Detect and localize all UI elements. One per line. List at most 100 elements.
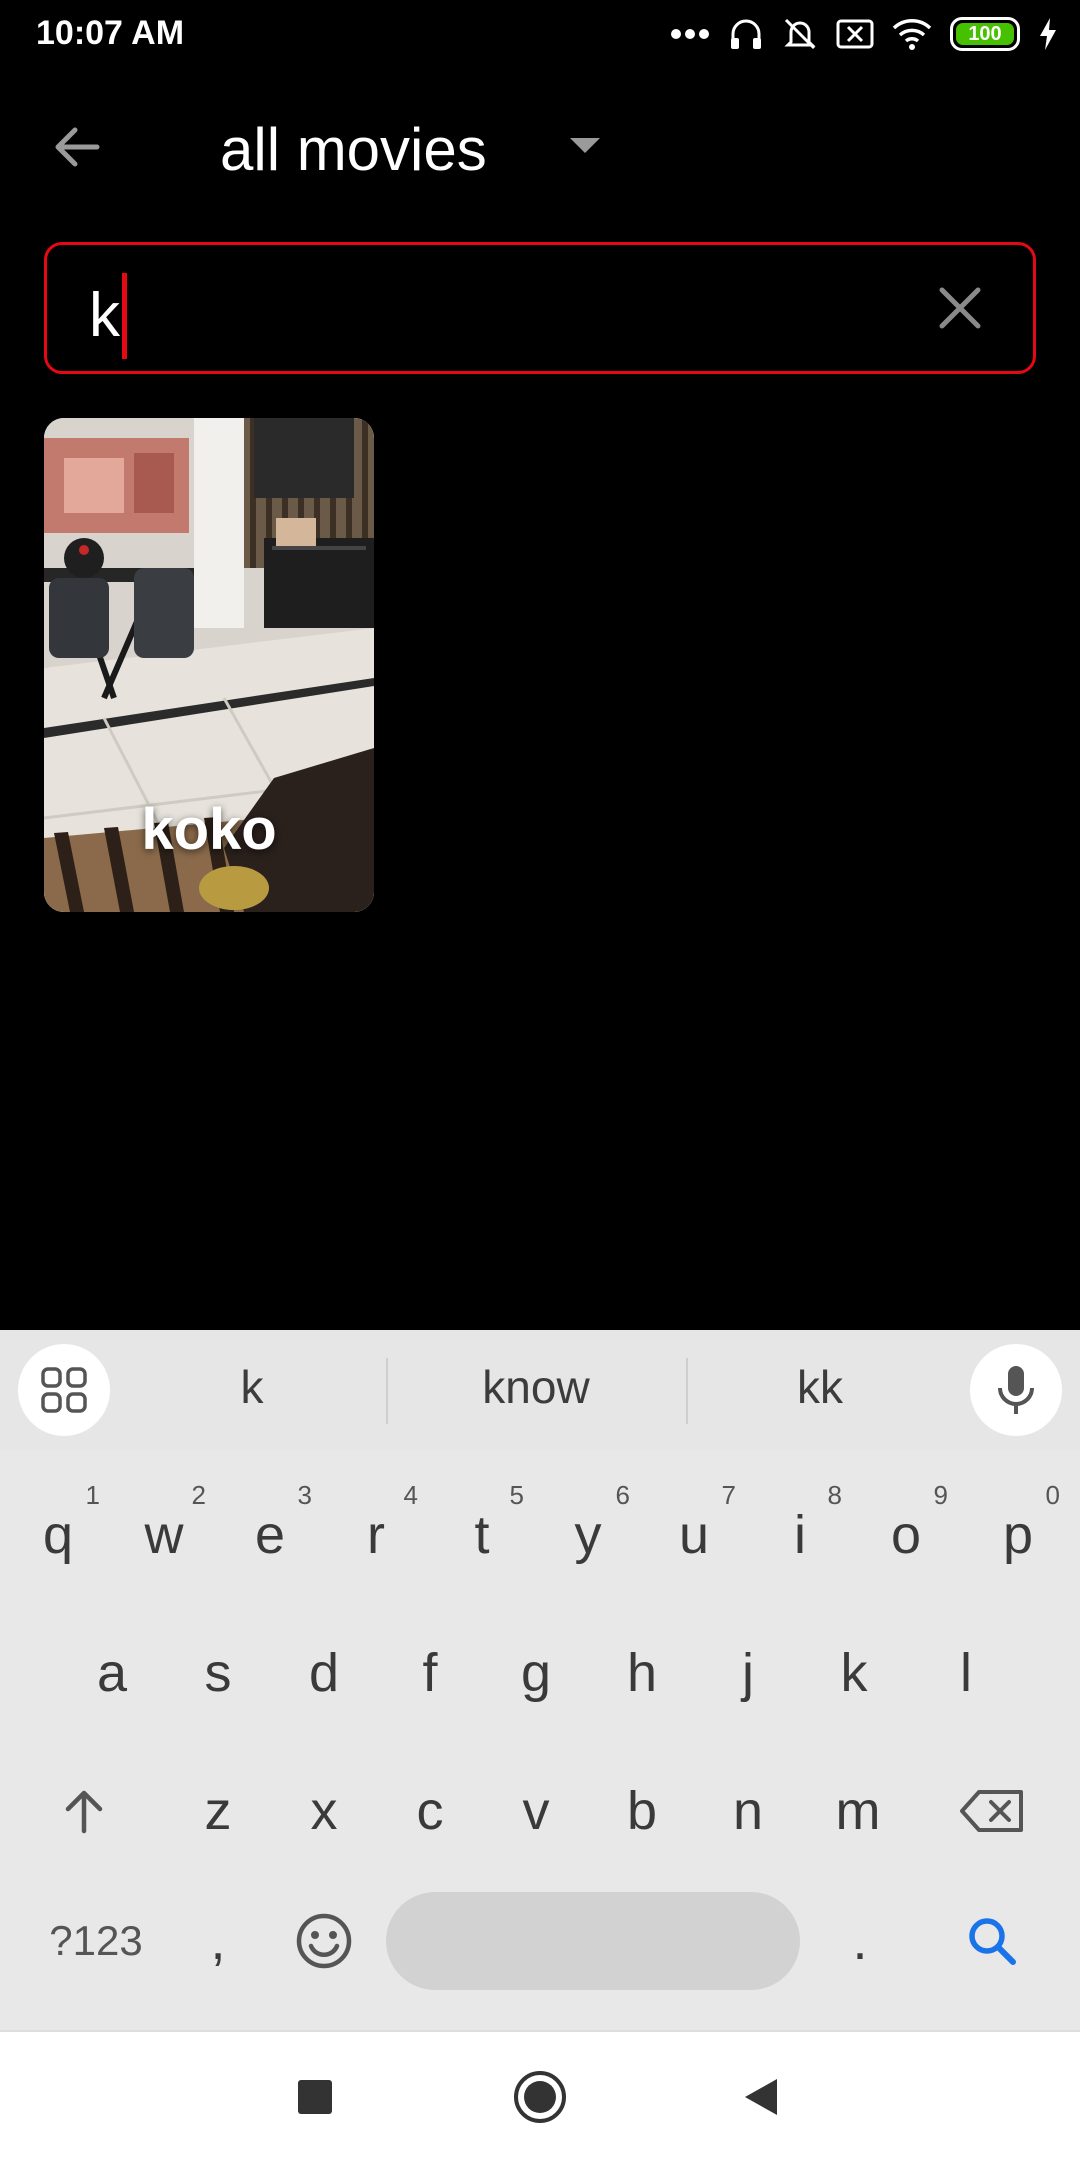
close-icon [939, 287, 981, 329]
key-e[interactable]: e3 [222, 1480, 318, 1590]
headset-icon [728, 16, 764, 52]
toolbar: all movies [0, 80, 1080, 210]
square-icon [298, 2080, 332, 2114]
key-u[interactable]: u7 [646, 1480, 742, 1590]
home-button[interactable] [505, 2062, 575, 2132]
voice-input-button[interactable] [970, 1344, 1062, 1436]
suggestion-3[interactable]: kk [680, 1360, 960, 1414]
key-r[interactable]: r4 [328, 1480, 424, 1590]
back-button[interactable] [40, 110, 114, 184]
triangle-back-icon [745, 2079, 777, 2115]
period-key[interactable]: . [812, 1886, 908, 1996]
key-label: i [794, 1505, 806, 1565]
key-k[interactable]: k [806, 1618, 902, 1728]
search-icon [969, 1918, 1016, 1965]
shift-key[interactable] [36, 1756, 132, 1866]
more-dots-icon [670, 28, 710, 40]
clear-search-button[interactable] [927, 275, 993, 341]
key-q[interactable]: q1 [10, 1480, 106, 1590]
search-text: k [89, 281, 120, 350]
emoji-key[interactable] [276, 1886, 372, 1996]
key-label: o [890, 1505, 922, 1565]
movie-card[interactable]: koko [44, 418, 374, 912]
movie-title: koko [141, 797, 277, 862]
key-j[interactable]: j [700, 1618, 796, 1728]
suggestion-2[interactable]: know [396, 1360, 676, 1414]
suggestion-1[interactable]: k [112, 1360, 392, 1414]
bell-off-icon [782, 16, 818, 52]
back-nav-button[interactable] [726, 2062, 796, 2132]
key-c[interactable]: c [382, 1756, 478, 1866]
key-s[interactable]: s [170, 1618, 266, 1728]
recents-button[interactable] [280, 2062, 350, 2132]
mic-icon [998, 1366, 1034, 1414]
key-v[interactable]: v [488, 1756, 584, 1866]
backspace-key[interactable] [944, 1756, 1040, 1866]
key-hint: 5 [509, 1480, 524, 1510]
suggestion-bar: k know kk [0, 1330, 1080, 1450]
battery-icon: 100 [950, 17, 1020, 51]
apps-grid-icon [41, 1367, 87, 1413]
status-icons: 100 [670, 12, 1058, 56]
key-label: t [474, 1505, 490, 1565]
key-hint: 2 [191, 1480, 206, 1510]
key-hint: 8 [827, 1480, 842, 1510]
comma-key[interactable]: , [170, 1886, 266, 1996]
wifi-icon [892, 18, 932, 50]
suggestion-divider [386, 1358, 388, 1424]
battery-level: 100 [956, 23, 1014, 45]
charging-bolt-icon [1038, 17, 1058, 51]
symbols-key[interactable]: ?123 [36, 1886, 156, 1996]
key-x[interactable]: x [276, 1756, 372, 1866]
status-time: 10:07 AM [36, 14, 185, 52]
key-w[interactable]: w2 [116, 1480, 212, 1590]
key-z[interactable]: z [170, 1756, 266, 1866]
emoji-icon [296, 1913, 352, 1969]
key-g[interactable]: g [488, 1618, 584, 1728]
search-input[interactable]: k [44, 242, 1036, 374]
key-hint: 3 [297, 1480, 312, 1510]
key-i[interactable]: i8 [752, 1480, 848, 1590]
key-label: u [678, 1505, 710, 1565]
key-b[interactable]: b [594, 1756, 690, 1866]
space-key[interactable] [386, 1892, 800, 1990]
key-o[interactable]: o9 [858, 1480, 954, 1590]
arrow-back-icon [55, 127, 100, 167]
key-f[interactable]: f [382, 1618, 478, 1728]
backspace-icon [960, 1790, 1023, 1832]
key-n[interactable]: n [700, 1756, 796, 1866]
key-y[interactable]: y6 [540, 1480, 636, 1590]
sim-off-icon [836, 18, 874, 50]
status-bar: 10:07 AM 100 [0, 0, 1080, 66]
caret-down-icon [570, 138, 600, 153]
key-hint: 9 [933, 1480, 948, 1510]
page-title: all movies [220, 116, 487, 183]
home-circle-icon [514, 2071, 566, 2123]
search-input-value: k [89, 273, 127, 359]
key-l[interactable]: l [918, 1618, 1014, 1728]
key-t[interactable]: t5 [434, 1480, 530, 1590]
key-m[interactable]: m [810, 1756, 906, 1866]
key-label: p [1002, 1505, 1034, 1565]
key-hint: 6 [615, 1480, 630, 1510]
key-label: w [144, 1505, 184, 1565]
key-label: e [254, 1505, 286, 1565]
keyboard: k know kk q1 w2 e3 r4 t5 y6 u7 i8 o9 p0 … [0, 1330, 1080, 2030]
keyboard-menu-button[interactable] [18, 1344, 110, 1436]
key-label: y [574, 1505, 602, 1565]
navigation-bar [0, 2030, 1080, 2160]
category-dropdown-button[interactable] [560, 120, 610, 170]
key-label: q [42, 1505, 74, 1565]
key-hint: 0 [1045, 1480, 1060, 1510]
key-h[interactable]: h [594, 1618, 690, 1728]
key-hint: 1 [85, 1480, 100, 1510]
key-hint: 4 [403, 1480, 418, 1510]
key-p[interactable]: p0 [970, 1480, 1066, 1590]
text-caret [122, 273, 127, 359]
key-a[interactable]: a [64, 1618, 160, 1728]
key-hint: 7 [721, 1480, 736, 1510]
search-key[interactable] [944, 1886, 1040, 1996]
shift-arrow-icon [65, 1790, 103, 1834]
key-d[interactable]: d [276, 1618, 372, 1728]
key-label: r [367, 1505, 385, 1565]
